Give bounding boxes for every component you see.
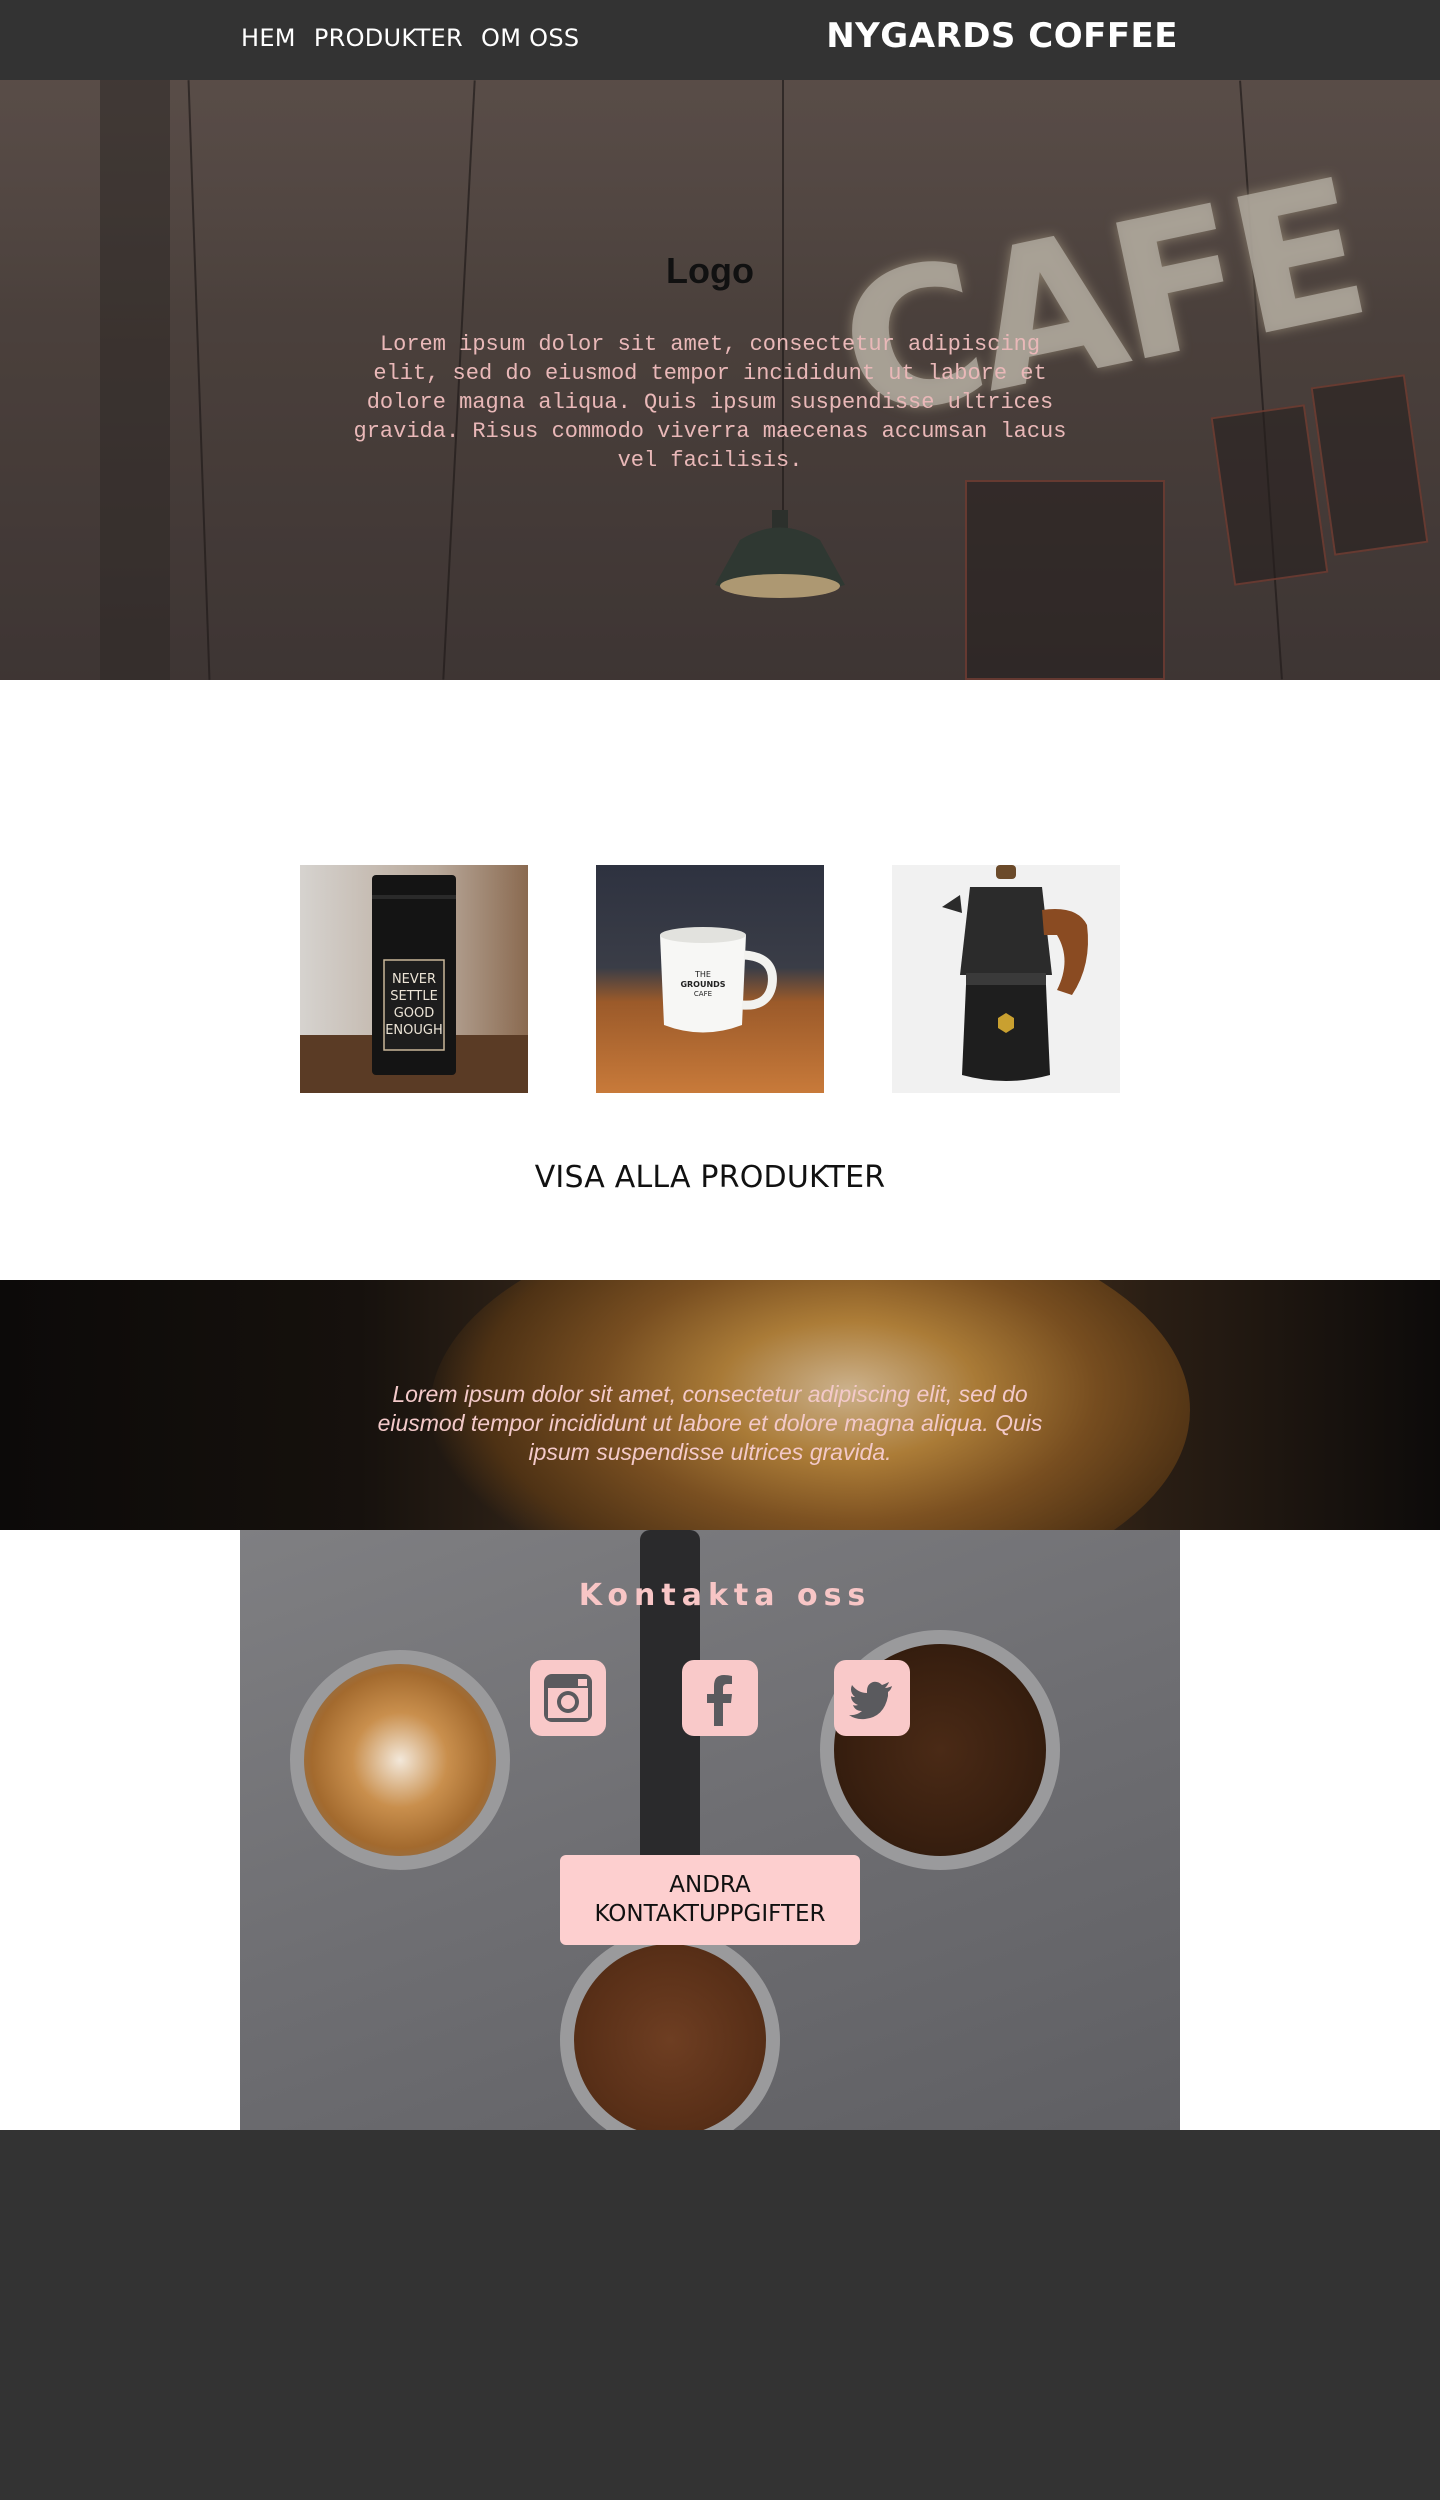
bag-label: NEVER [392, 972, 436, 987]
facebook-glyph-icon [707, 1675, 732, 1726]
products-section: NEVER SETTLE GOOD ENOUGH THE GROUNDS CAF… [0, 680, 1440, 1280]
hero-section: CAFE Logo Lorem ipsum dolor sit amet, co… [0, 80, 1440, 680]
product-card-moka-pot[interactable] [892, 865, 1120, 1093]
other-contact-details-button[interactable]: ANDRA KONTAKTUPPGIFTER [560, 1855, 860, 1945]
latte-portafilter-image [290, 1650, 510, 1870]
mug-label: THE [694, 970, 711, 979]
bag-label: SETTLE [390, 989, 438, 1004]
product-card-coffee-mug[interactable]: THE GROUNDS CAFE [596, 865, 824, 1093]
mug-label: GROUNDS [680, 980, 725, 989]
hero-text: Lorem ipsum dolor sit amet, consectetur … [353, 332, 1067, 473]
coffee-mug-icon: THE GROUNDS CAFE [660, 927, 777, 1033]
quote-text: Lorem ipsum dolor sit amet, consectetur … [377, 1381, 1043, 1465]
bag-label: GOOD [394, 1006, 435, 1021]
facebook-icon[interactable] [682, 1660, 758, 1736]
social-icons [530, 1660, 910, 1736]
quote-banner: Lorem ipsum dolor sit amet, consectetur … [0, 1280, 1440, 1530]
bag-label: ENOUGH [385, 1023, 443, 1038]
see-all-products-link[interactable]: VISA ALLA PRODUKTER [0, 1160, 1420, 1195]
main-nav: HEM PRODUKTER OM OSS [241, 24, 579, 52]
coffee-bag-icon: NEVER SETTLE GOOD ENOUGH [300, 875, 528, 1093]
mug-label: CAFE [694, 990, 712, 998]
nav-link-om-oss[interactable]: OM OSS [481, 24, 579, 52]
nav-link-hem[interactable]: HEM [241, 24, 296, 52]
footer [0, 2130, 1440, 2500]
product-card-coffee-bag[interactable]: NEVER SETTLE GOOD ENOUGH [300, 865, 528, 1093]
twitter-glyph-icon [849, 1681, 892, 1720]
top-navbar: HEM PRODUKTER OM OSS NYGARDS COFFEE [0, 0, 1440, 80]
hero-logo: Logo [666, 250, 754, 291]
grounds-portafilter-image [560, 1930, 780, 2130]
contact-section: Kontakta oss ANDRA KONTAKTUPPGIFTER [240, 1530, 1180, 2130]
contact-title: Kontakta oss [578, 1578, 872, 1613]
moka-pot-icon [942, 865, 1088, 1081]
instagram-glyph-icon [544, 1674, 592, 1722]
twitter-icon[interactable] [834, 1660, 910, 1736]
nav-link-produkter[interactable]: PRODUKTER [314, 24, 463, 52]
instagram-icon[interactable] [530, 1660, 606, 1736]
brand-name: NYGARDS COFFEE [826, 16, 1178, 56]
